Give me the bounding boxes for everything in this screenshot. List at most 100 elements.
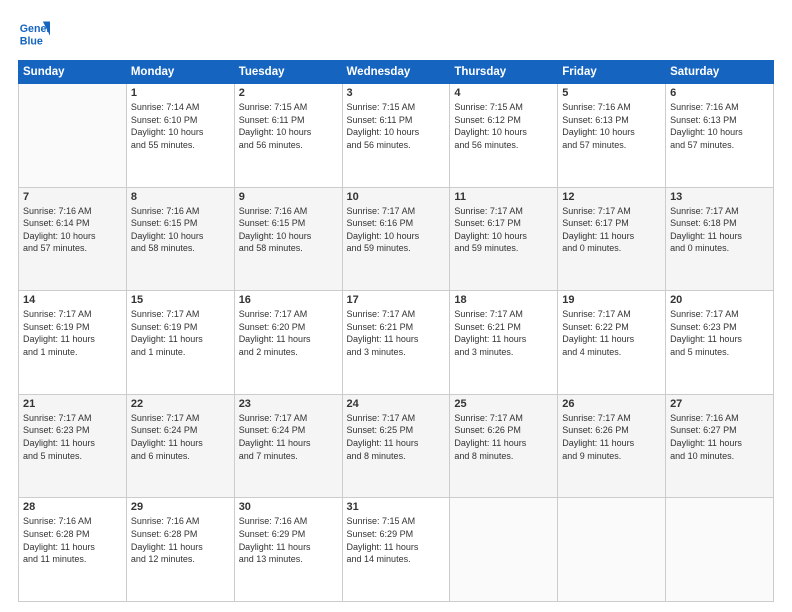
day-info: Sunrise: 7:17 AM Sunset: 6:22 PM Dayligh…: [562, 308, 661, 358]
calendar-cell: 21 Sunrise: 7:17 AM Sunset: 6:23 PM Dayli…: [19, 394, 127, 498]
calendar-cell: 19 Sunrise: 7:17 AM Sunset: 6:22 PM Dayli…: [558, 291, 666, 395]
day-info: Sunrise: 7:17 AM Sunset: 6:20 PM Dayligh…: [239, 308, 338, 358]
day-number: 3: [347, 87, 446, 99]
day-info: Sunrise: 7:17 AM Sunset: 6:23 PM Dayligh…: [670, 308, 769, 358]
col-header-tuesday: Tuesday: [234, 61, 342, 84]
day-info: Sunrise: 7:16 AM Sunset: 6:28 PM Dayligh…: [23, 515, 122, 565]
calendar-cell: 18 Sunrise: 7:17 AM Sunset: 6:21 PM Dayli…: [450, 291, 558, 395]
calendar-cell: 23 Sunrise: 7:17 AM Sunset: 6:24 PM Dayli…: [234, 394, 342, 498]
day-info: Sunrise: 7:15 AM Sunset: 6:11 PM Dayligh…: [347, 101, 446, 151]
day-info: Sunrise: 7:16 AM Sunset: 6:28 PM Dayligh…: [131, 515, 230, 565]
calendar-cell: 7 Sunrise: 7:16 AM Sunset: 6:14 PM Daylig…: [19, 187, 127, 291]
calendar-cell: 12Sunrise: 7:17 AM Sunset: 6:17 PM Dayli…: [558, 187, 666, 291]
page: General Blue SundayMondayTuesdayWednesda…: [0, 0, 792, 612]
calendar-cell: 31 Sunrise: 7:15 AM Sunset: 6:29 PM Dayli…: [342, 498, 450, 602]
day-number: 7: [23, 191, 122, 203]
logo-icon: General Blue: [18, 18, 50, 50]
day-number: 26: [562, 398, 661, 410]
day-number: 2: [239, 87, 338, 99]
day-number: 29: [131, 501, 230, 513]
calendar-cell: 9 Sunrise: 7:16 AM Sunset: 6:15 PM Daylig…: [234, 187, 342, 291]
day-info: Sunrise: 7:16 AM Sunset: 6:15 PM Dayligh…: [131, 205, 230, 255]
calendar-table: SundayMondayTuesdayWednesdayThursdayFrid…: [18, 60, 774, 602]
logo: General Blue: [18, 18, 50, 50]
day-number: 1: [131, 87, 230, 99]
day-info: Sunrise: 7:15 AM Sunset: 6:12 PM Dayligh…: [454, 101, 553, 151]
calendar-cell: 27Sunrise: 7:16 AM Sunset: 6:27 PM Dayli…: [666, 394, 774, 498]
day-info: Sunrise: 7:17 AM Sunset: 6:18 PM Dayligh…: [670, 205, 769, 255]
calendar-cell: 29 Sunrise: 7:16 AM Sunset: 6:28 PM Dayli…: [126, 498, 234, 602]
day-number: 21: [23, 398, 122, 410]
day-number: 31: [347, 501, 446, 513]
day-number: 6: [670, 87, 769, 99]
day-number: 24: [347, 398, 446, 410]
calendar-cell: 8 Sunrise: 7:16 AM Sunset: 6:15 PM Daylig…: [126, 187, 234, 291]
calendar-week-row: 28 Sunrise: 7:16 AM Sunset: 6:28 PM Dayli…: [19, 498, 774, 602]
day-info: Sunrise: 7:17 AM Sunset: 6:23 PM Dayligh…: [23, 412, 122, 462]
calendar-cell: 3 Sunrise: 7:15 AM Sunset: 6:11 PM Daylig…: [342, 84, 450, 188]
day-info: Sunrise: 7:17 AM Sunset: 6:25 PM Dayligh…: [347, 412, 446, 462]
day-number: 22: [131, 398, 230, 410]
day-info: Sunrise: 7:16 AM Sunset: 6:14 PM Dayligh…: [23, 205, 122, 255]
col-header-sunday: Sunday: [19, 61, 127, 84]
day-info: Sunrise: 7:17 AM Sunset: 6:21 PM Dayligh…: [347, 308, 446, 358]
calendar-cell: 1 Sunrise: 7:14 AM Sunset: 6:10 PM Daylig…: [126, 84, 234, 188]
svg-text:Blue: Blue: [20, 36, 43, 48]
calendar-week-row: 21 Sunrise: 7:17 AM Sunset: 6:23 PM Dayli…: [19, 394, 774, 498]
day-number: 5: [562, 87, 661, 99]
day-info: Sunrise: 7:17 AM Sunset: 6:17 PM Dayligh…: [454, 205, 553, 255]
calendar-cell: 10 Sunrise: 7:17 AM Sunset: 6:16 PM Dayli…: [342, 187, 450, 291]
col-header-monday: Monday: [126, 61, 234, 84]
day-number: 16: [239, 294, 338, 306]
day-info: Sunrise: 7:17 AM Sunset: 6:24 PM Dayligh…: [239, 412, 338, 462]
calendar-week-row: 14Sunrise: 7:17 AM Sunset: 6:19 PM Dayli…: [19, 291, 774, 395]
day-number: 19: [562, 294, 661, 306]
day-info: Sunrise: 7:17 AM Sunset: 6:17 PM Dayligh…: [562, 205, 661, 255]
day-info: Sunrise: 7:16 AM Sunset: 6:13 PM Dayligh…: [562, 101, 661, 151]
calendar-cell: 20 Sunrise: 7:17 AM Sunset: 6:23 PM Dayli…: [666, 291, 774, 395]
day-number: 13: [670, 191, 769, 203]
calendar-cell: 17 Sunrise: 7:17 AM Sunset: 6:21 PM Dayli…: [342, 291, 450, 395]
calendar-cell: 26 Sunrise: 7:17 AM Sunset: 6:26 PM Dayli…: [558, 394, 666, 498]
day-number: 11: [454, 191, 553, 203]
day-number: 28: [23, 501, 122, 513]
day-number: 27: [670, 398, 769, 410]
calendar-cell: 11 Sunrise: 7:17 AM Sunset: 6:17 PM Dayli…: [450, 187, 558, 291]
calendar-cell: 4 Sunrise: 7:15 AM Sunset: 6:12 PM Daylig…: [450, 84, 558, 188]
calendar-cell: 28 Sunrise: 7:16 AM Sunset: 6:28 PM Dayli…: [19, 498, 127, 602]
day-number: 4: [454, 87, 553, 99]
calendar-cell: 14Sunrise: 7:17 AM Sunset: 6:19 PM Dayli…: [19, 291, 127, 395]
day-number: 18: [454, 294, 553, 306]
day-number: 17: [347, 294, 446, 306]
day-number: 25: [454, 398, 553, 410]
day-number: 23: [239, 398, 338, 410]
day-info: Sunrise: 7:17 AM Sunset: 6:16 PM Dayligh…: [347, 205, 446, 255]
calendar-cell: [450, 498, 558, 602]
day-number: 15: [131, 294, 230, 306]
col-header-friday: Friday: [558, 61, 666, 84]
calendar-cell: 22Sunrise: 7:17 AM Sunset: 6:24 PM Dayli…: [126, 394, 234, 498]
day-info: Sunrise: 7:16 AM Sunset: 6:15 PM Dayligh…: [239, 205, 338, 255]
day-number: 20: [670, 294, 769, 306]
calendar-cell: [19, 84, 127, 188]
day-info: Sunrise: 7:17 AM Sunset: 6:19 PM Dayligh…: [23, 308, 122, 358]
day-number: 9: [239, 191, 338, 203]
calendar-cell: 25Sunrise: 7:17 AM Sunset: 6:26 PM Dayli…: [450, 394, 558, 498]
col-header-saturday: Saturday: [666, 61, 774, 84]
calendar-cell: 30Sunrise: 7:16 AM Sunset: 6:29 PM Dayli…: [234, 498, 342, 602]
calendar-cell: 24 Sunrise: 7:17 AM Sunset: 6:25 PM Dayli…: [342, 394, 450, 498]
calendar-cell: 5 Sunrise: 7:16 AM Sunset: 6:13 PM Daylig…: [558, 84, 666, 188]
day-number: 30: [239, 501, 338, 513]
day-number: 8: [131, 191, 230, 203]
day-info: Sunrise: 7:16 AM Sunset: 6:13 PM Dayligh…: [670, 101, 769, 151]
calendar-cell: 2 Sunrise: 7:15 AM Sunset: 6:11 PM Daylig…: [234, 84, 342, 188]
day-info: Sunrise: 7:17 AM Sunset: 6:26 PM Dayligh…: [562, 412, 661, 462]
day-info: Sunrise: 7:15 AM Sunset: 6:11 PM Dayligh…: [239, 101, 338, 151]
day-number: 10: [347, 191, 446, 203]
calendar-cell: [558, 498, 666, 602]
day-info: Sunrise: 7:14 AM Sunset: 6:10 PM Dayligh…: [131, 101, 230, 151]
calendar-cell: 13 Sunrise: 7:17 AM Sunset: 6:18 PM Dayli…: [666, 187, 774, 291]
day-info: Sunrise: 7:15 AM Sunset: 6:29 PM Dayligh…: [347, 515, 446, 565]
calendar-cell: [666, 498, 774, 602]
day-info: Sunrise: 7:17 AM Sunset: 6:21 PM Dayligh…: [454, 308, 553, 358]
